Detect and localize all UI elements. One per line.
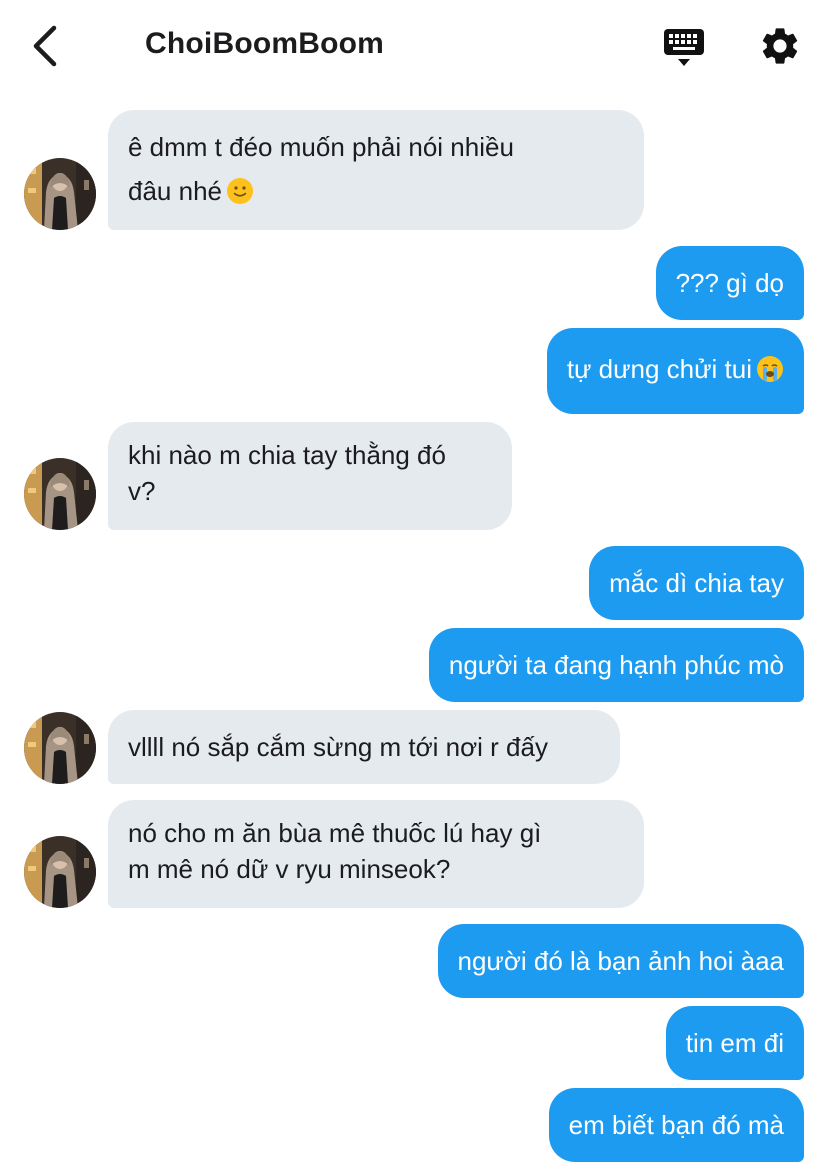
message-line: ??? gì dọ (675, 268, 784, 298)
sent-message: em biết bạn đó mà (548, 1088, 804, 1162)
loudly-crying-face-icon (757, 356, 783, 382)
message-line: vllll nó sắp cắm sừng m tới nơi r đấy (128, 732, 548, 762)
received-message: nó cho m ăn bùa mê thuốc lú hay gì m mê … (108, 800, 644, 908)
message-line: mắc dì chia tay (609, 568, 784, 598)
received-message: khi nào m chia tay thằng đó v? (108, 422, 512, 530)
keyboard-icon[interactable] (662, 26, 706, 70)
slightly-smiling-face-icon (226, 178, 253, 204)
contact-avatar[interactable] (24, 158, 96, 230)
message-line: tự dưng chửi tui (566, 354, 752, 384)
sent-message: mắc dì chia tay (589, 546, 804, 620)
message-line-with-emoji: tự dưng chửi tui (567, 347, 784, 391)
message-line: tin em đi (685, 1028, 784, 1058)
received-message: ê dmm t đéo muốn phải nói nhiều đâu nhé (108, 110, 644, 230)
gear-icon[interactable] (758, 24, 802, 68)
message-line-with-emoji: đâu nhé (128, 169, 624, 213)
message-line: ê dmm t đéo muốn phải nói nhiều (128, 132, 514, 162)
message-line: người đó là bạn ảnh hoi àaa (457, 946, 785, 976)
message-line: m mê nó dữ v ryu minseok? (128, 854, 451, 884)
message-line: khi nào m chia tay thằng đó (128, 440, 446, 470)
sent-message: người ta đang hạnh phúc mò (428, 628, 804, 702)
message-line: người ta đang hạnh phúc mò (448, 650, 784, 680)
sent-message: ??? gì dọ (655, 246, 804, 320)
sent-message: người đó là bạn ảnh hoi àaa (437, 924, 804, 998)
contact-avatar[interactable] (24, 712, 96, 784)
contact-avatar[interactable] (24, 458, 96, 530)
message-line: em biết bạn đó mà (568, 1110, 784, 1140)
message-line: nó cho m ăn bùa mê thuốc lú hay gì (128, 818, 542, 848)
sent-message: tin em đi (665, 1006, 804, 1080)
sent-message: tự dưng chửi tui (546, 328, 804, 414)
received-message: vllll nó sắp cắm sừng m tới nơi r đấy (108, 710, 620, 784)
message-line: v? (128, 476, 156, 506)
chat-header: ChoiBoomBoom (0, 0, 828, 92)
message-line: đâu nhé (128, 176, 222, 206)
conversation-title[interactable]: ChoiBoomBoom (145, 27, 384, 61)
chevron-left-icon[interactable] (26, 24, 66, 68)
contact-avatar[interactable] (24, 836, 96, 908)
